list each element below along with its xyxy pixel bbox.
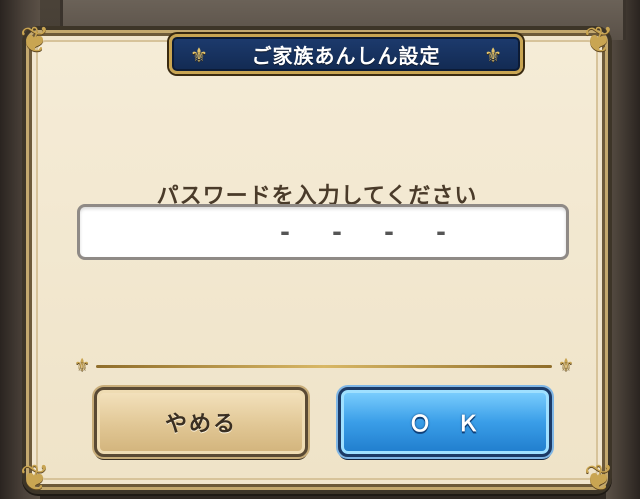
fleur-de-lis-icon: ⚜ xyxy=(557,355,574,376)
pin-slot-3: - xyxy=(384,218,394,246)
ornate-corner-icon: ❦ xyxy=(583,20,615,61)
divider-line xyxy=(96,365,552,368)
ok-button[interactable]: Ｏ Ｋ xyxy=(338,387,552,457)
pin-slot-2: - xyxy=(332,218,342,246)
fleur-de-lis-icon: ⚜ xyxy=(484,43,502,67)
password-dialog: ❦ ❦ ❦ ❦ ⚜ ご家族あんしん設定 ⚜ パスワードを入力してください - -… xyxy=(20,20,614,499)
pin-slot-1: - xyxy=(280,218,290,246)
ornate-corner-icon: ❦ xyxy=(583,458,615,499)
title-banner: ⚜ ご家族あんしん設定 ⚜ xyxy=(169,34,523,74)
fleur-de-lis-icon: ⚜ xyxy=(74,355,91,376)
pin-digits: - - - - xyxy=(259,218,467,246)
cancel-button[interactable]: やめる xyxy=(94,387,308,457)
dialog-title: ご家族あんしん設定 xyxy=(251,43,441,68)
fleur-de-lis-icon: ⚜ xyxy=(190,43,208,67)
ornate-corner-icon: ❦ xyxy=(19,458,51,499)
ornate-divider: ⚜ ⚜ xyxy=(74,355,574,377)
pin-slot-4: - xyxy=(436,218,446,246)
password-input[interactable]: - - - - xyxy=(77,204,569,260)
ornate-corner-icon: ❦ xyxy=(19,20,51,61)
